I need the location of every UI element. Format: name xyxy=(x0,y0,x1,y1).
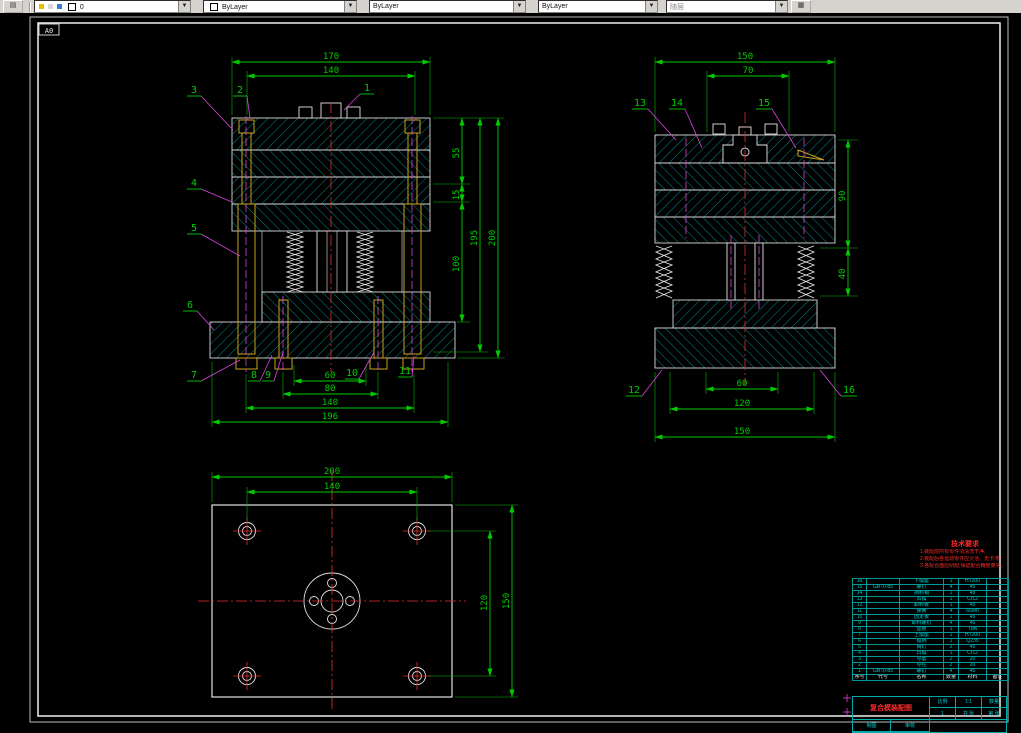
dim-plan-120: 120 xyxy=(480,595,490,611)
titleblock-qty-label: 数量 xyxy=(982,697,1006,708)
linetype-combo[interactable]: ByLayer ▼ xyxy=(369,0,526,13)
toolbar-extra-button[interactable]: ▦ xyxy=(791,0,811,13)
layer-combo[interactable]: 0 ▼ xyxy=(34,0,191,13)
object-properties-toolbar: ▤ 0 ▼ ByLayer ▼ ByLayer ▼ ByLayer ▼ 随层 ▼… xyxy=(0,0,1021,14)
balloon-16: 16 xyxy=(843,385,855,396)
parts-list-table: 16 下模座 1 HT200 15 GB70-85 螺钉 4 45 14 挡料销 xyxy=(852,578,1009,681)
dim-side-120: 120 xyxy=(734,399,750,409)
bom-header-remark: 备注 xyxy=(986,674,1009,681)
balloon-10: 10 xyxy=(346,368,358,379)
color-value: ByLayer xyxy=(221,3,248,11)
dim-front-170: 170 xyxy=(323,52,339,62)
dim-front-200: 200 xyxy=(488,230,498,246)
bom-header-no: 序号 xyxy=(852,674,867,681)
title-block-marks xyxy=(843,694,851,716)
balloon-12: 12 xyxy=(628,385,640,396)
layers-dialog-button[interactable]: ▤ xyxy=(3,0,23,13)
color-combo[interactable]: ByLayer ▼ xyxy=(203,0,357,13)
note-line: 2.装配后各运动零件应灵活、无卡滞; xyxy=(920,556,1001,562)
dim-side-70: 70 xyxy=(743,66,754,76)
plotstyle-combo: 随层 ▼ xyxy=(666,0,788,13)
linetype-combo-dropdown[interactable]: ▼ xyxy=(513,1,525,12)
view-side-section xyxy=(654,112,836,385)
balloon-11: 11 xyxy=(399,366,411,377)
title-block: 复合模装配图 制图 审核 比例 1:1 数量 1 共 张 第 张 xyxy=(852,696,1007,733)
titleblock-draw-label: 制图 xyxy=(853,720,891,732)
titleblock-qty-value: 1 xyxy=(930,708,956,720)
bom-header-code: 代号 xyxy=(866,674,900,681)
balloon-1: 1 xyxy=(364,83,370,94)
dim-side-150-bottom: 150 xyxy=(734,427,750,437)
note-line: 3.各配合面应研配,保证配合精度要求。 xyxy=(920,563,1006,569)
dim-front-80: 80 xyxy=(325,384,336,394)
layer-freeze-icon xyxy=(47,4,53,9)
titleblock-scale-value: 1:1 xyxy=(956,697,982,708)
dim-front-55: 55 xyxy=(452,148,462,159)
view-plan xyxy=(198,470,466,712)
balloon-13: 13 xyxy=(634,98,646,109)
balloon-5: 5 xyxy=(191,223,197,234)
titleblock-check-label: 审核 xyxy=(891,720,930,732)
dim-front-196: 196 xyxy=(322,412,338,422)
balloon-7: 7 xyxy=(191,370,197,381)
dim-front-195: 195 xyxy=(470,230,480,246)
color-chip xyxy=(210,2,218,11)
bom-header-material: 材料 xyxy=(958,674,987,681)
dim-front-15: 15 xyxy=(452,190,462,201)
dim-side-150-top: 150 xyxy=(737,52,753,62)
toolbar-separator xyxy=(29,1,31,12)
parts-list-header: 序号 代号 名称 数量 材料 备注 xyxy=(852,674,1009,681)
balloon-8: 8 xyxy=(251,370,257,381)
layer-color-chip xyxy=(67,2,76,11)
drawing-title: 复合模装配图 xyxy=(853,697,930,720)
dim-plan-140: 140 xyxy=(324,482,340,492)
plotstyle-combo-dropdown: ▼ xyxy=(775,1,787,12)
dim-side-90: 90 xyxy=(838,191,848,202)
model-space-canvas[interactable]: A0 170 140 55 15 100 195 200 60 80 140 1… xyxy=(0,13,1021,733)
color-combo-dropdown[interactable]: ▼ xyxy=(344,1,356,12)
balloon-2: 2 xyxy=(237,85,243,96)
lineweight-value: ByLayer xyxy=(542,3,568,10)
lineweight-combo[interactable]: ByLayer ▼ xyxy=(538,0,658,13)
layer-value: 0 xyxy=(79,3,84,11)
bom-header-qty: 数量 xyxy=(943,674,959,681)
dim-front-100: 100 xyxy=(452,256,462,272)
linetype-value: ByLayer xyxy=(373,3,399,10)
bom-header-name: 名称 xyxy=(899,674,944,681)
layer-combo-dropdown[interactable]: ▼ xyxy=(178,1,190,12)
lineweight-combo-dropdown[interactable]: ▼ xyxy=(645,1,657,12)
balloon-15: 15 xyxy=(758,98,770,109)
parts-list-rows: 16 下模座 1 HT200 15 GB70-85 螺钉 4 45 14 挡料销 xyxy=(852,578,1009,675)
balloon-4: 4 xyxy=(191,178,197,189)
view-front-section xyxy=(209,102,456,372)
balloon-14: 14 xyxy=(671,98,683,109)
dim-front-140-top: 140 xyxy=(323,66,339,76)
dim-front-140-bottom: 140 xyxy=(322,398,338,408)
dim-plan-150: 150 xyxy=(502,593,512,609)
technical-notes: 技术要求 1.装配前所有零件须清洗干净; 2.装配后各运动零件应灵活、无卡滞; … xyxy=(920,539,1010,570)
balloon-9: 9 xyxy=(265,370,271,381)
view-plan-dimensions: 200 140 120 150 xyxy=(211,467,518,698)
note-line: 1.装配前所有零件须清洗干净; xyxy=(920,549,986,555)
titleblock-page: 第 张 xyxy=(982,708,1006,720)
balloon-3: 3 xyxy=(191,85,197,96)
layer-lock-icon xyxy=(56,4,62,9)
balloon-6: 6 xyxy=(187,300,193,311)
dim-side-60: 60 xyxy=(737,379,748,389)
plotstyle-value: 随层 xyxy=(670,3,684,11)
notes-title: 技术要求 xyxy=(951,541,979,548)
dim-plan-200: 200 xyxy=(324,467,340,477)
sheet-size-label: A0 xyxy=(45,27,53,35)
titleblock-scale-label: 比例 xyxy=(930,697,956,708)
titleblock-sheets: 共 张 xyxy=(956,708,982,720)
layer-on-icon xyxy=(39,4,44,9)
dim-side-40: 40 xyxy=(838,269,848,280)
dim-front-60: 60 xyxy=(325,371,336,381)
